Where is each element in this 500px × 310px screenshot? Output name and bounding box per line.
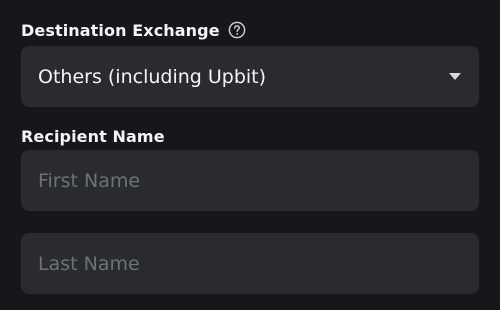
- first-name-field[interactable]: [21, 150, 479, 211]
- recipient-label-row: Recipient Name: [21, 125, 165, 147]
- destination-label-row: Destination Exchange: [21, 19, 246, 41]
- destination-exchange-select[interactable]: Others (including Upbit): [21, 46, 479, 107]
- destination-exchange-label: Destination Exchange: [21, 20, 220, 40]
- recipient-name-label: Recipient Name: [21, 126, 165, 146]
- last-name-field[interactable]: [21, 233, 479, 294]
- destination-exchange-selected-value: Others (including Upbit): [38, 65, 267, 88]
- caret-down-icon[interactable]: [449, 73, 461, 80]
- question-circle-icon[interactable]: [228, 21, 246, 39]
- first-name-input[interactable]: [38, 169, 461, 192]
- last-name-input[interactable]: [38, 252, 461, 275]
